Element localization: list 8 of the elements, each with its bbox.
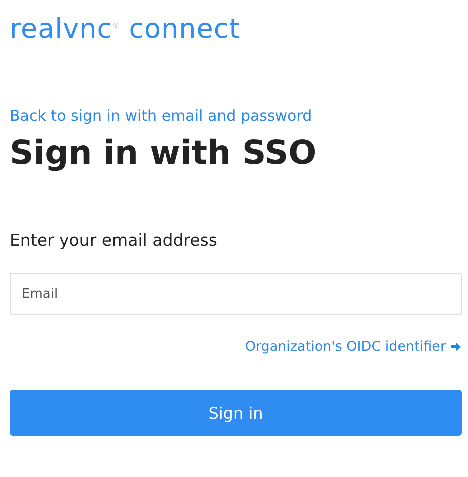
email-field[interactable]: Email (10, 273, 462, 315)
arrow-right-icon (450, 341, 462, 353)
logo: realvnc$^{®}$ connect (10, 13, 240, 46)
back-link[interactable]: Back to sign in with email and password (10, 106, 312, 126)
oidc-link[interactable]: Organization's OIDC identifier (245, 337, 462, 357)
page-heading: Sign in with SSO (10, 132, 317, 174)
email-label: Enter your email address (10, 230, 218, 252)
sign-in-button[interactable]: Sign in (10, 390, 462, 436)
